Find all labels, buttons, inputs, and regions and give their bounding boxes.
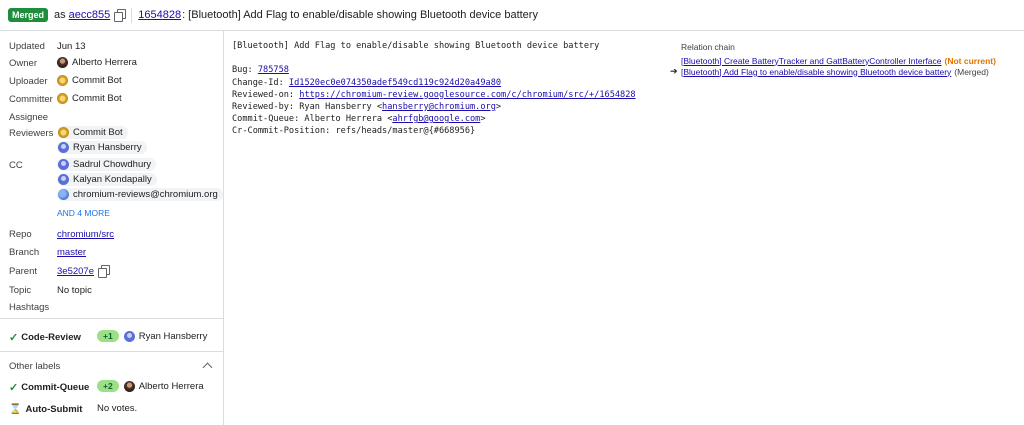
divider [0,318,223,319]
committer-name: Commit Bot [72,93,122,104]
header-divider [131,7,133,23]
parent-value: 3e5207e [57,265,110,278]
cc-chip[interactable]: Kalyan Kondapally [57,173,157,186]
relation-link[interactable]: [Bluetooth] Add Flag to enable/disable s… [681,67,951,77]
group-avatar-icon [58,189,69,200]
change-id-link[interactable]: Id1520ec0e074350adef549cd119c924d20a49a8… [289,78,501,88]
branch-link[interactable]: master [57,247,86,258]
checkmark-icon: ✓ [9,331,19,344]
commit-queue-label-row: ✓ Commit-Queue [9,380,89,394]
assignee-label: Assignee [9,112,49,123]
reviewer-email-link[interactable]: hansberry@chromium.org [382,102,496,112]
relation-item: [Bluetooth] Create BatteryTracker and Ga… [670,55,996,66]
reviewed-by-line: Reviewed-by: Ryan Hansberry <hansberry@c… [232,101,502,112]
owner-chip[interactable]: Alberto Herrera [57,57,137,68]
copy-icon[interactable] [97,265,110,278]
reviewer-name: Ryan Hansberry [73,142,142,153]
uploader-label: Uploader [9,76,48,87]
reviewers-label: Reviewers [9,128,54,139]
voter-name: Alberto Herrera [138,380,204,392]
uploader-chip[interactable]: Commit Bot [57,75,122,86]
cc-name: Sadrul Chowdhury [73,159,152,170]
parent-link[interactable]: 3e5207e [57,266,94,277]
relation-link[interactable]: [Bluetooth] Create BatteryTracker and Ga… [681,56,941,66]
cr-commit-position-line: Cr-Commit-Position: refs/heads/master@{#… [232,126,476,137]
person-avatar-icon [58,174,69,185]
change-id-line: Change-Id: Id1520ec0e074350adef549cd119c… [232,77,502,88]
vote-badge: +2 [97,380,119,392]
bug-line: Bug: 785758 [232,65,289,76]
merged-tag: (Merged) [954,66,989,77]
cc-label: CC [9,160,23,171]
topic-value: No topic [57,285,92,296]
person-avatar-icon [58,159,69,170]
owner-name: Alberto Herrera [72,57,137,68]
relation-chain-title: Relation chain [681,42,735,52]
committer-label: Committer [9,94,53,105]
change-header: Merged as aecc855 1654828 : [Bluetooth] … [0,0,1024,31]
relation-chain: Relation chain [Bluetooth] Create Batter… [670,42,996,77]
parent-label: Parent [9,266,37,277]
commit-queue-line: Commit-Queue: Alberto Herrera <ahrfgb@go… [232,114,486,125]
avatar [57,57,68,68]
avatar [123,380,135,392]
cc-chip[interactable]: chromium-reviews@chromium.org [57,188,223,201]
person-avatar-icon [58,142,69,153]
bot-avatar-icon [57,93,68,104]
metadata-sidebar: Updated Jun 13 Owner Alberto Herrera Upl… [0,31,224,425]
divider [0,351,223,352]
commit-message-title: [Bluetooth] Add Flag to enable/disable s… [232,41,600,51]
bot-avatar-icon [57,75,68,86]
hourglass-icon: ⌛ [9,403,22,415]
code-review-label: Code-Review [21,331,81,343]
reviewer-name: Commit Bot [73,127,123,138]
reviewer-chip[interactable]: Ryan Hansberry [57,141,147,154]
other-labels-title: Other labels [9,361,61,372]
as-label: as [54,9,66,21]
reviewed-on-line: Reviewed-on: https://chromium-review.goo… [232,89,636,100]
cc-name: chromium-reviews@chromium.org [73,189,218,200]
commit-message: [Bluetooth] Add Flag to enable/disable s… [232,40,636,138]
committer-email-link[interactable]: ahrfgb@google.com [392,114,480,124]
person-avatar-icon [123,330,135,342]
not-current-tag: (Not current) [944,55,996,66]
commit-queue-label: Commit-Queue [21,381,90,393]
checkmark-icon: ✓ [9,381,19,394]
auto-submit-label: Auto-Submit [25,403,83,415]
reviewed-on-link[interactable]: https://chromium-review.googlesource.com… [299,90,635,100]
code-review-label-row: ✓ Code-Review [9,330,81,344]
change-title: : [Bluetooth] Add Flag to enable/disable… [182,9,538,21]
uploader-name: Commit Bot [72,75,122,86]
auto-submit-value: No votes. [97,403,138,414]
commit-queue-vote-chip[interactable]: +2 Alberto Herrera [97,380,204,392]
hashtags-label: Hashtags [9,302,50,313]
committer-chip[interactable]: Commit Bot [57,93,122,104]
code-review-vote-chip[interactable]: +1 Ryan Hansberry [97,330,207,342]
voter-name: Ryan Hansberry [138,330,208,342]
copy-icon[interactable] [114,9,127,22]
auto-submit-label-row: ⌛ Auto-Submit [9,402,82,416]
updated-value: Jun 13 [57,41,86,52]
change-number-link[interactable]: 1654828 [138,9,181,21]
branch-label: Branch [9,247,40,258]
topic-label: Topic [9,285,32,296]
arrow-right-icon: ➔ [670,66,678,76]
chevron-up-icon[interactable] [202,362,213,373]
bug-link[interactable]: 785758 [258,65,289,75]
status-badge: Merged [8,8,49,22]
bot-avatar-icon [58,127,69,138]
reviewer-chip[interactable]: Commit Bot [57,126,128,139]
repo-link[interactable]: chromium/src [57,229,114,240]
updated-label: Updated [9,41,45,52]
relation-item-current: ➔ [Bluetooth] Add Flag to enable/disable… [670,66,996,77]
cc-name: Kalyan Kondapally [73,174,152,185]
show-more-link[interactable]: AND 4 MORE [57,208,110,218]
owner-label: Owner [9,58,37,69]
commit-hash-link[interactable]: aecc855 [69,9,111,21]
repo-label: Repo [9,229,32,240]
vote-badge: +1 [97,330,119,342]
cc-chip[interactable]: Sadrul Chowdhury [57,158,157,171]
